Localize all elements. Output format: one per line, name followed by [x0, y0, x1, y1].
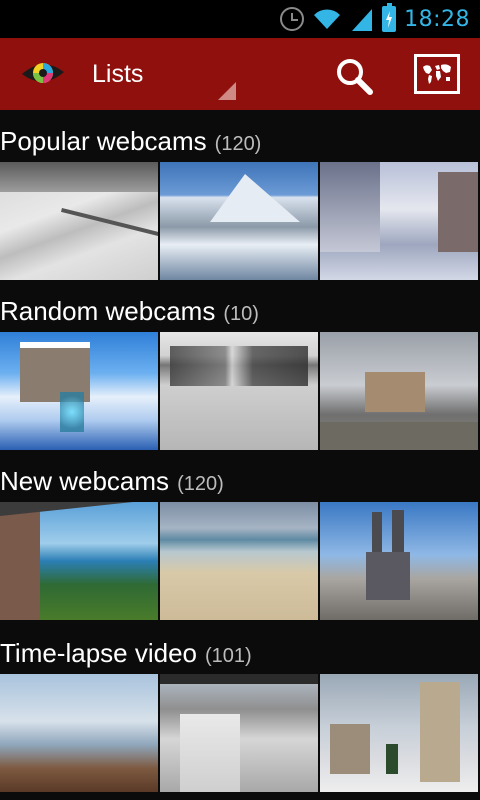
webcam-thumbnail[interactable]: [160, 674, 318, 792]
world-map-button[interactable]: [414, 54, 460, 94]
status-clock: 18:28: [404, 6, 470, 32]
section-header[interactable]: Popular webcams (120): [0, 126, 261, 160]
webcam-thumbnail[interactable]: [0, 332, 158, 450]
spinner-label: Lists: [92, 59, 144, 88]
section-popular-webcams: Popular webcams (120): [0, 110, 480, 280]
spinner-arrow-icon: [218, 82, 236, 100]
webcam-thumbnail[interactable]: [320, 674, 478, 792]
section-count: (120): [214, 133, 262, 155]
webcam-thumbnail[interactable]: [160, 332, 318, 450]
webcam-thumbnail[interactable]: [160, 502, 318, 620]
section-title: New webcams: [0, 466, 170, 496]
webcam-thumbnail[interactable]: [320, 332, 478, 450]
thumbnail-row: [0, 502, 480, 620]
webcam-thumbnail[interactable]: [320, 162, 478, 280]
section-title: Random webcams: [0, 296, 216, 326]
webcam-thumbnail[interactable]: [320, 502, 478, 620]
section-title: Time-lapse video: [0, 638, 198, 668]
section-count: (120): [177, 473, 224, 495]
webcam-thumbnail[interactable]: [0, 502, 158, 620]
thumbnail-row: [0, 674, 480, 792]
status-icons: 18:28: [280, 0, 480, 38]
section-header[interactable]: Random webcams (10): [0, 296, 259, 330]
section-time-lapse-video: Time-lapse video (101): [0, 622, 480, 800]
thumbnail-row: [0, 162, 480, 280]
section-new-webcams: New webcams (120): [0, 450, 480, 622]
action-bar: Lists: [0, 38, 480, 110]
webcam-thumbnail[interactable]: [0, 674, 158, 792]
section-random-webcams: Random webcams (10): [0, 280, 480, 450]
search-icon[interactable]: [334, 56, 374, 96]
thumbnail-row: [0, 332, 480, 450]
signal-icon: [352, 9, 373, 31]
wifi-icon: [314, 9, 341, 29]
section-count: (10): [223, 303, 259, 325]
webcam-thumbnail[interactable]: [0, 162, 158, 280]
status-bar: 18:28: [0, 0, 480, 38]
eye-logo-icon[interactable]: [20, 58, 66, 88]
section-header[interactable]: Time-lapse video (101): [0, 638, 252, 672]
section-title: Popular webcams: [0, 126, 207, 156]
section-count: (101): [205, 645, 252, 667]
world-map-icon: [423, 64, 451, 84]
webcam-lists: Popular webcams (120) Random webcams (10…: [0, 110, 480, 800]
section-header[interactable]: New webcams (120): [0, 466, 224, 500]
webcam-thumbnail[interactable]: [160, 162, 318, 280]
battery-charging-icon: [382, 3, 397, 32]
alarm-clock-icon: [280, 7, 305, 31]
list-spinner[interactable]: Lists: [80, 38, 240, 110]
